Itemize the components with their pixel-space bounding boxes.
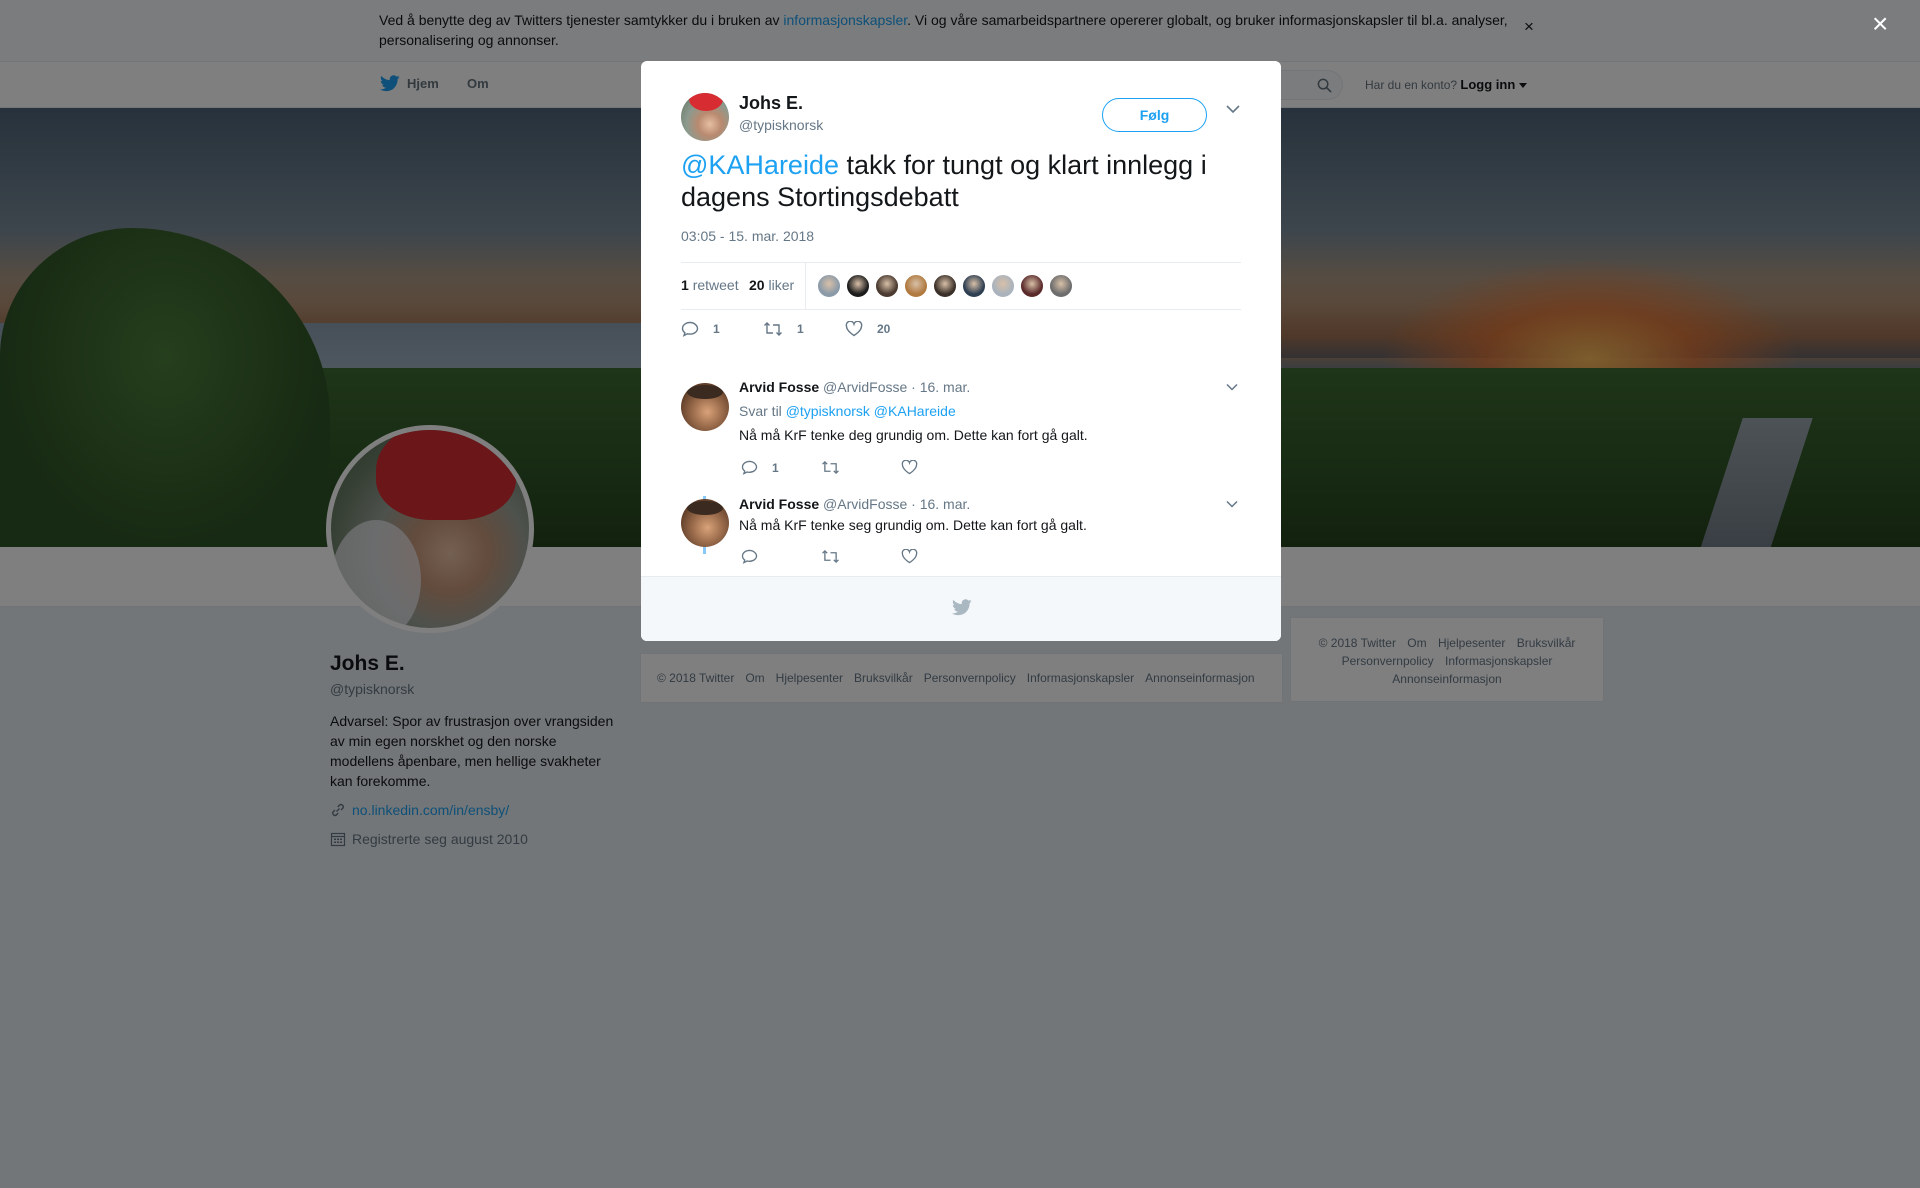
liker-avatar[interactable] [904, 274, 928, 298]
retweet-icon [822, 549, 839, 564]
liker-avatar[interactable] [817, 274, 841, 298]
reply-date[interactable]: · 16. mar. [911, 496, 970, 512]
reply-author-name[interactable]: Arvid Fosse [739, 379, 819, 395]
liker-avatar[interactable] [933, 274, 957, 298]
reply-author-handle[interactable]: @ArvidFosse [823, 496, 907, 512]
liker-avatars [817, 274, 1073, 298]
retweet-icon [822, 460, 839, 475]
like-action[interactable]: 20 [845, 321, 905, 337]
like-stat-label: liker [768, 277, 795, 293]
stats-divider [805, 263, 806, 309]
liker-avatar[interactable] [846, 274, 870, 298]
liker-avatar[interactable] [875, 274, 899, 298]
tweet-stats: 1 retweet 20 liker [681, 262, 1241, 310]
chevron-down-icon[interactable] [1226, 383, 1238, 391]
retweet-count: 1 [797, 322, 804, 336]
retweet-stat-count: 1 [681, 277, 689, 293]
liker-avatar[interactable] [1049, 274, 1073, 298]
reply-actions: 1 [741, 460, 981, 475]
retweet-stat-label: retweet [692, 277, 739, 293]
reply-actions [741, 549, 981, 564]
like-stat-count: 20 [749, 277, 765, 293]
reply-author-avatar[interactable] [681, 499, 729, 547]
heart-icon [845, 321, 863, 337]
liker-avatar[interactable] [991, 274, 1015, 298]
reply-text: Nå må KrF tenke deg grundig om. Dette ka… [739, 427, 1088, 443]
tweet-mention[interactable]: @KAHareide [681, 150, 839, 180]
reply-author-name[interactable]: Arvid Fosse [739, 496, 819, 512]
tweet-text: @KAHareide takk for tungt og klart innle… [681, 149, 1241, 213]
twitter-bird-icon [952, 599, 972, 616]
modal-footer [641, 576, 1281, 641]
reply-like-action[interactable] [901, 549, 981, 564]
tweet-author-handle[interactable]: @typisknorsk [739, 117, 823, 133]
reply-author-handle[interactable]: @ArvidFosse [823, 379, 907, 395]
reply-count: 1 [713, 322, 720, 336]
reply-reply-action[interactable]: 1 [741, 460, 821, 475]
reply-header: Arvid Fosse @ArvidFosse · 16. mar. [739, 496, 970, 512]
tweet-timestamp[interactable]: 03:05 - 15. mar. 2018 [681, 228, 814, 244]
retweet-icon [764, 322, 782, 336]
reply-action[interactable]: 1 [681, 321, 741, 337]
reply-retweet-action[interactable] [821, 549, 901, 564]
reply-like-action[interactable] [901, 460, 981, 475]
reply-retweet-action[interactable] [821, 460, 901, 475]
heart-icon [901, 460, 918, 475]
retweet-stat[interactable]: 1 retweet [681, 277, 739, 293]
heart-icon [901, 549, 918, 564]
liker-avatar[interactable] [1020, 274, 1044, 298]
reply-header: Arvid Fosse @ArvidFosse · 16. mar. [739, 379, 970, 395]
reply-context: Svar til @typisknorsk @KAHareide [739, 403, 956, 419]
like-stat[interactable]: 20 liker [749, 277, 794, 293]
chevron-down-icon[interactable] [1226, 104, 1240, 114]
reply-author-avatar[interactable] [681, 383, 729, 431]
like-count: 20 [877, 322, 891, 336]
reply-icon [681, 321, 699, 337]
reply-context-label: Svar til [739, 403, 782, 419]
reply-reply-count: 1 [772, 460, 779, 475]
tweet-actions: 1 1 20 [681, 321, 905, 337]
liker-avatar[interactable] [962, 274, 986, 298]
modal-close-button[interactable]: × [1872, 10, 1888, 38]
retweet-action[interactable]: 1 [763, 321, 823, 337]
reply-date[interactable]: · 16. mar. [911, 379, 970, 395]
tweet-modal: Johs E. @typisknorsk Følg @KAHareide tak… [641, 61, 1281, 641]
reply-icon [741, 460, 758, 475]
follow-button[interactable]: Følg [1102, 98, 1207, 132]
tweet-author-name[interactable]: Johs E. [739, 93, 803, 114]
reply-reply-action[interactable] [741, 549, 821, 564]
chevron-down-icon[interactable] [1226, 500, 1238, 508]
tweet-author-avatar[interactable] [681, 93, 729, 141]
reply-text: Nå må KrF tenke seg grundig om. Dette ka… [739, 517, 1087, 533]
reply-context-mentions[interactable]: @typisknorsk @KAHareide [786, 403, 956, 419]
reply-icon [741, 549, 758, 564]
